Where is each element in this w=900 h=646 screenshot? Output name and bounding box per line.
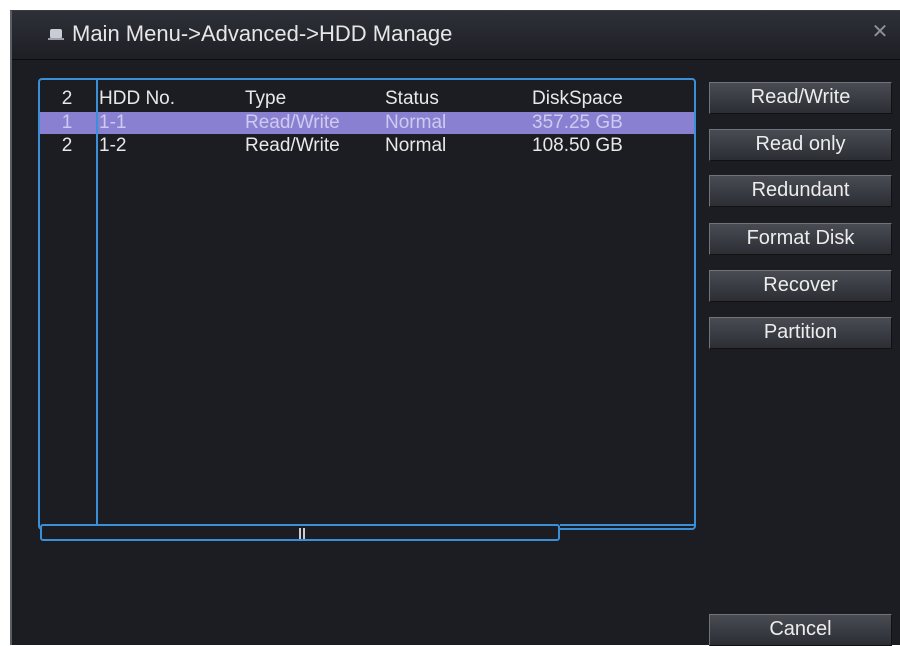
read-write-button[interactable]: Read/Write <box>709 82 892 114</box>
partition-button[interactable]: Partition <box>709 317 892 349</box>
redundant-button[interactable]: Redundant <box>709 175 892 207</box>
row-hdd-no: 1-1 <box>99 112 127 133</box>
cancel-button[interactable]: Cancel <box>709 614 892 646</box>
row-type: Read/Write <box>245 135 340 156</box>
row-hdd-no: 1-2 <box>99 135 127 156</box>
hdd-table: 2 HDD No. Type Status DiskSpace 1 1-1 Re… <box>38 78 696 541</box>
read-only-button[interactable]: Read only <box>709 129 892 161</box>
row-type: Read/Write <box>245 112 340 133</box>
hdd-manage-window: Main Menu->Advanced->HDD Manage ✕ 2 HDD … <box>10 10 900 646</box>
row-status: Normal <box>385 135 447 156</box>
column-divider <box>96 80 98 525</box>
scrollbar-grip-icon[interactable] <box>299 528 305 539</box>
scrollbar-rest <box>560 524 694 541</box>
row-status: Normal <box>385 112 447 133</box>
header-disk-space: DiskSpace <box>532 88 623 109</box>
monitor-icon <box>48 29 64 40</box>
row-disk-space: 108.50 GB <box>532 135 623 156</box>
recover-button[interactable]: Recover <box>709 270 892 302</box>
row-disk-space: 357.25 GB <box>532 112 623 133</box>
scrollbar-track[interactable] <box>40 524 560 541</box>
title-bar: Main Menu->Advanced->HDD Manage ✕ <box>12 11 900 60</box>
row-index: 1 <box>61 112 73 133</box>
format-disk-button[interactable]: Format Disk <box>709 223 892 255</box>
header-hdd-no: HDD No. <box>99 88 176 109</box>
header-index: 2 <box>61 88 73 109</box>
window-title: Main Menu->Advanced->HDD Manage <box>72 21 453 46</box>
header-status: Status <box>385 88 439 109</box>
row-index: 2 <box>61 135 73 156</box>
close-icon[interactable]: ✕ <box>870 21 890 43</box>
header-type: Type <box>245 88 287 109</box>
table-header: 2 HDD No. Type Status DiskSpace <box>40 88 694 110</box>
table-row[interactable]: 2 1-2 Read/Write Normal 108.50 GB <box>40 135 694 157</box>
table-row[interactable]: 1 1-1 Read/Write Normal 357.25 GB <box>40 112 694 134</box>
